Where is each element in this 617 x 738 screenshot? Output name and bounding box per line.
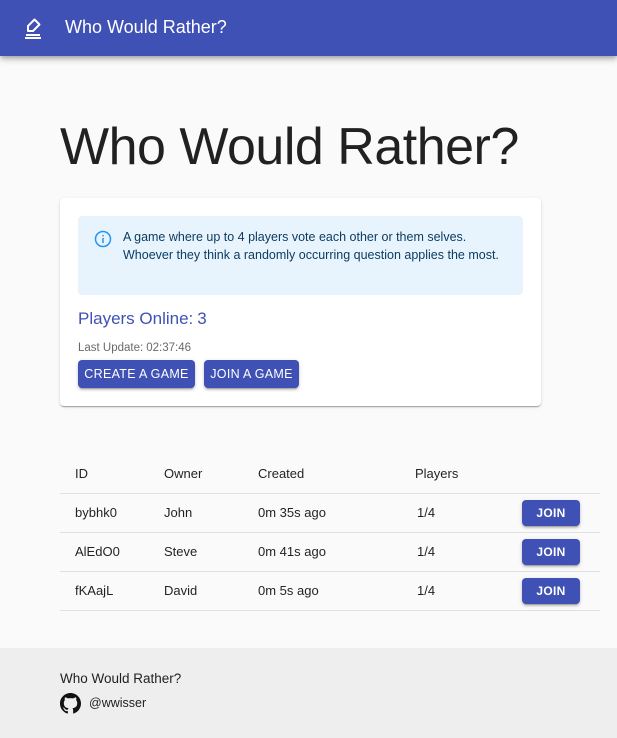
create-game-button[interactable]: Create a game [78,360,195,388]
footer: Who Would Rather? @wwisser [0,648,617,738]
info-icon [94,230,112,248]
players-online-count: 3 [197,309,207,328]
game-action-cell: JOIN [522,532,600,572]
game-action-cell: JOIN [522,493,600,533]
game-created: 0m 35s ago [258,493,412,533]
header-owner: Owner [164,454,258,494]
game-id: bybhk0 [60,493,164,533]
game-owner: John [164,493,258,533]
table-header-row: ID Owner Created Players [60,454,600,494]
game-players: 1/4 [412,532,522,572]
games-table: ID Owner Created Players bybhk0 John 0m … [60,454,600,611]
header-action [522,454,600,494]
last-update-label: Last Update: [78,342,144,354]
last-update-time: 02:37:46 [146,342,191,354]
header-players: Players [412,454,522,494]
page-title: Who Would Rather? [60,118,519,176]
header-created: Created [258,454,412,494]
app-bar: Who Would Rather? [0,0,617,56]
footer-title: Who Would Rather? [60,671,182,686]
github-handle[interactable]: @wwisser [89,696,146,710]
join-game-button[interactable]: Join a game [204,360,299,388]
game-id: AlEdO0 [60,532,164,572]
header-id: ID [60,454,164,494]
game-players: 1/4 [412,493,522,533]
game-owner: Steve [164,532,258,572]
game-players: 1/4 [412,571,522,611]
game-owner: David [164,571,258,611]
join-row-button[interactable]: JOIN [522,499,580,526]
poll-edit-icon[interactable] [22,16,44,40]
game-created: 0m 41s ago [258,532,412,572]
table-row: AlEdO0 Steve 0m 41s ago 1/4 JOIN [60,532,600,572]
players-online: Players Online: 3 [78,308,207,330]
github-icon[interactable] [60,693,81,714]
join-row-button[interactable]: JOIN [522,538,580,565]
app-title: Who Would Rather? [65,17,227,37]
info-card: A game where up to 4 players vote each o… [60,198,541,406]
table-row: bybhk0 John 0m 35s ago 1/4 JOIN [60,493,600,533]
game-action-cell: JOIN [522,571,600,611]
game-id: fKAajL [60,571,164,611]
alert-message: A game where up to 4 players vote each o… [123,230,499,262]
info-alert: A game where up to 4 players vote each o… [78,216,523,295]
game-created: 0m 5s ago [258,571,412,611]
join-row-button[interactable]: JOIN [522,577,580,604]
players-online-label: Players Online: [78,309,194,328]
last-update: Last Update: 02:37:46 [78,341,191,355]
table-row: fKAajL David 0m 5s ago 1/4 JOIN [60,571,600,611]
